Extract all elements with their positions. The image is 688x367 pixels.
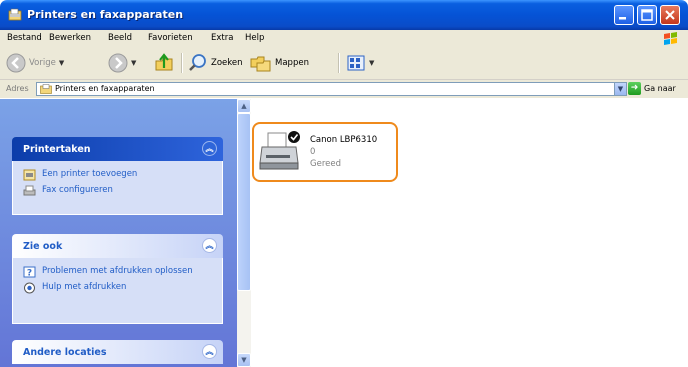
- back-label: Vorige: [29, 58, 56, 68]
- go-button[interactable]: ➜ Ga naar: [628, 82, 676, 95]
- group-title: Zie ook: [23, 241, 63, 252]
- back-dropdown-icon[interactable]: ▼: [59, 59, 64, 67]
- minimize-icon: [619, 17, 626, 20]
- folders-button[interactable]: Mappen: [250, 51, 309, 75]
- windows-logo-icon: [664, 32, 677, 45]
- printer-document-count: 0: [310, 147, 316, 157]
- maximize-button[interactable]: [637, 5, 657, 25]
- group-header-andere-locaties[interactable]: Andere locaties ︽: [12, 340, 223, 364]
- group-body: ? Problemen met afdrukken oplossen Hulp …: [12, 258, 223, 324]
- help-question-icon: ?: [23, 266, 36, 278]
- menu-bestand[interactable]: Bestand: [7, 33, 42, 43]
- back-button[interactable]: Vorige ▼: [6, 51, 64, 75]
- up-folder-button[interactable]: [154, 51, 174, 75]
- help-printing-icon: [24, 282, 35, 294]
- task-troubleshoot-printing[interactable]: ? Problemen met afdrukken oplossen: [23, 266, 214, 278]
- toolbar-separator: [181, 53, 183, 73]
- chevron-down-icon: ▼: [241, 356, 247, 364]
- views-dropdown-icon[interactable]: ▼: [369, 59, 374, 67]
- fax-icon: [23, 185, 36, 196]
- minimize-button[interactable]: [614, 5, 634, 25]
- default-printer-icon: [259, 131, 300, 170]
- add-printer-icon: [23, 169, 36, 181]
- printers-folder-icon: [8, 8, 22, 21]
- menu-bar: Bestand Bewerken Beeld Favorieten Extra …: [0, 30, 688, 48]
- scroll-up-button[interactable]: ▲: [237, 99, 251, 113]
- task-add-printer[interactable]: Een printer toevoegen: [23, 169, 214, 181]
- search-icon: [189, 54, 206, 71]
- go-arrow-icon: ➜: [628, 82, 641, 95]
- task-label: Hulp met afdrukken: [42, 282, 127, 292]
- views-grid-icon: [347, 55, 365, 71]
- menu-help[interactable]: Help: [245, 33, 264, 43]
- task-configure-fax[interactable]: Fax configureren: [23, 185, 214, 197]
- explorer-window: Printers en faxapparaten Bestand Bewerke…: [0, 0, 688, 367]
- task-label: Een printer toevoegen: [42, 169, 138, 179]
- up-folder-icon: [155, 53, 173, 71]
- menu-bewerken[interactable]: Bewerken: [49, 33, 91, 43]
- printer-status: Gereed: [310, 159, 341, 169]
- printer-name: Canon LBP6310: [310, 135, 378, 145]
- folders-icon: [250, 56, 271, 72]
- scroll-down-button[interactable]: ▼: [237, 353, 251, 367]
- address-value: Printers en faxapparaten: [55, 84, 155, 93]
- chevron-up-icon: ▲: [241, 102, 247, 110]
- task-pane: Printertaken ︽ Een printer toevoegen Fax…: [0, 99, 237, 367]
- menu-extra[interactable]: Extra: [211, 33, 233, 43]
- search-label: Zoeken: [211, 58, 243, 68]
- toolbar-separator: [338, 53, 340, 73]
- address-field[interactable]: Printers en faxapparaten: [36, 82, 616, 96]
- group-title: Andere locaties: [23, 347, 107, 358]
- close-button[interactable]: [660, 5, 680, 25]
- group-header-printertaken[interactable]: Printertaken ︽: [12, 137, 223, 161]
- group-body: Een printer toevoegen Fax configureren: [12, 161, 223, 215]
- folders-label: Mappen: [275, 58, 309, 68]
- forward-arrow-icon: [108, 53, 128, 73]
- collapse-chevron-icon[interactable]: ︽: [202, 344, 217, 359]
- task-label: Fax configureren: [42, 185, 113, 195]
- group-zie-ook: Zie ook ︽ ? Problemen met afdrukken oplo…: [12, 234, 223, 324]
- group-title: Printertaken: [23, 144, 91, 155]
- forward-button[interactable]: ▼: [108, 51, 136, 75]
- menu-favorieten[interactable]: Favorieten: [148, 33, 193, 43]
- forward-dropdown-icon[interactable]: ▼: [131, 59, 136, 67]
- menu-beeld[interactable]: Beeld: [108, 33, 132, 43]
- printers-folder-icon: [40, 84, 52, 94]
- group-andere-locaties: Andere locaties ︽: [12, 340, 223, 364]
- window-title: Printers en faxapparaten: [27, 8, 184, 21]
- chevron-down-icon: ▼: [617, 85, 624, 93]
- group-header-zie-ook[interactable]: Zie ook ︽: [12, 234, 223, 258]
- maximize-icon: [641, 9, 653, 21]
- title-bar[interactable]: Printers en faxapparaten: [0, 0, 688, 30]
- address-label: Adres: [6, 84, 29, 93]
- views-button[interactable]: ▼: [346, 51, 374, 75]
- collapse-chevron-icon[interactable]: ︽: [202, 238, 217, 253]
- close-icon: [665, 10, 675, 20]
- task-pane-scrollbar[interactable]: ▲ ▼: [237, 99, 251, 367]
- group-printertaken: Printertaken ︽ Een printer toevoegen Fax…: [12, 137, 223, 215]
- svg-text:?: ?: [27, 269, 32, 279]
- printer-canon-lbp6310[interactable]: Canon LBP6310 0 Gereed: [252, 122, 398, 182]
- scroll-thumb[interactable]: [237, 113, 251, 291]
- address-bar: Adres Printers en faxapparaten ▼ ➜ Ga na…: [0, 80, 688, 98]
- task-label: Problemen met afdrukken oplossen: [42, 266, 193, 276]
- content-area: Printertaken ︽ Een printer toevoegen Fax…: [0, 99, 688, 367]
- back-arrow-icon: [6, 53, 26, 73]
- go-label: Ga naar: [644, 84, 676, 93]
- task-printing-help[interactable]: Hulp met afdrukken: [23, 282, 214, 294]
- address-dropdown-button[interactable]: ▼: [614, 82, 627, 96]
- collapse-chevron-icon[interactable]: ︽: [202, 141, 217, 156]
- search-button[interactable]: Zoeken: [188, 51, 243, 75]
- toolbar: Vorige ▼ ▼ Zoeken Mappen ▼: [0, 47, 688, 80]
